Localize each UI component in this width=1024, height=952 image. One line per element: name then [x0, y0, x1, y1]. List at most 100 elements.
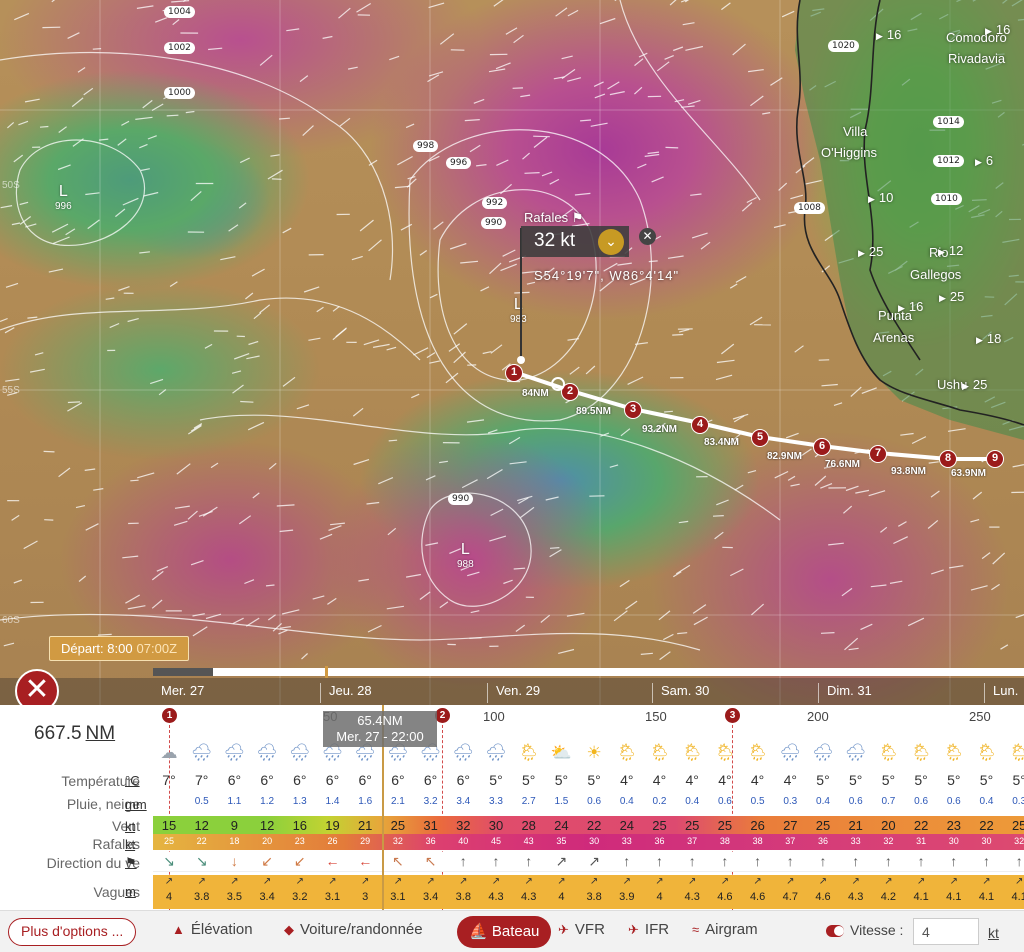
popup-coordinates: S54°19'7", W86°4'14": [534, 268, 680, 283]
row-unit-rain[interactable]: mm: [125, 797, 147, 812]
sun-rain-icon: 🌦: [746, 743, 769, 762]
wind-direction-arrow: ←: [358, 853, 373, 869]
gust-cell: 18: [229, 836, 240, 846]
row-unit-gust[interactable]: kt: [125, 837, 135, 852]
wave-direction-arrow: ↗: [622, 876, 631, 887]
timeline-day[interactable]: Sam. 30: [652, 683, 709, 703]
sun-icon: ☀: [586, 743, 602, 762]
mode-vfr-button[interactable]: ✈ VFR: [558, 921, 605, 938]
chevron-down-icon[interactable]: ⌄: [598, 229, 624, 255]
popup-gust-title: Rafales ⚑: [524, 210, 583, 226]
rain-cell: 1.4: [325, 796, 340, 807]
wave-direction-arrow: ↗: [164, 876, 174, 887]
departure-badge[interactable]: Départ: 8:00 07:00Z: [49, 636, 190, 661]
route-waypoint[interactable]: 8: [939, 450, 957, 468]
rain-cell: 1.1: [227, 796, 242, 807]
isobar-label: 990: [448, 493, 474, 505]
low-pressure: 996: [55, 201, 72, 212]
mode-ifr-button[interactable]: ✈ IFR: [628, 921, 669, 938]
mode-car-button[interactable]: ◆ Voiture/randonnée: [284, 921, 423, 938]
speed-toggle[interactable]: [826, 925, 844, 937]
sun-cloud-icon: ⛅: [550, 743, 572, 762]
mode-airgram-button[interactable]: ≈ Airgram: [692, 921, 758, 938]
route-waypoint[interactable]: 6: [813, 438, 831, 456]
wave-direction-arrow: ↗: [557, 876, 566, 887]
rain-cell: 1.5: [554, 796, 569, 807]
plane-icon: ✈: [628, 922, 639, 937]
mode-elevation-button[interactable]: ▲ Élévation: [172, 921, 253, 938]
route-waypoint[interactable]: 3: [624, 401, 642, 419]
wave-direction-arrow: ↗: [655, 876, 664, 887]
route-waypoint[interactable]: 9: [986, 450, 1004, 468]
timeline-day[interactable]: Mer. 27: [153, 683, 204, 703]
wind-cell: 24: [554, 818, 569, 833]
close-route-button[interactable]: ✕: [15, 669, 59, 705]
wind-direction-arrow: ↓: [230, 853, 238, 869]
rain-cell: 0.5: [194, 796, 209, 807]
low-pressure-marker: L 983: [510, 296, 527, 325]
sun-rain-icon: 🌦: [910, 743, 932, 762]
wind-speed-badge: 16: [898, 299, 923, 314]
route-waypoint-marker: 3: [725, 708, 740, 723]
wave-cell: 3.4: [259, 891, 275, 903]
gust-cell: 23: [294, 836, 305, 846]
total-distance-unit[interactable]: NM: [86, 723, 116, 744]
wave-cell: 3.8: [586, 891, 602, 903]
wind-map[interactable]: 1004 1002 1000 998 996 992 990 990 1020 …: [0, 0, 1024, 705]
wind-direction-arrow: ↑: [688, 853, 696, 869]
timeline-handle[interactable]: [325, 666, 328, 678]
wind-speed-badge: 10: [868, 190, 893, 205]
map-overlay: [0, 0, 1024, 705]
route-waypoint[interactable]: 4: [691, 416, 709, 434]
isobar-label: 1010: [931, 193, 962, 205]
low-pressure: 983: [510, 314, 527, 325]
low-letter: L: [513, 296, 523, 313]
mountain-icon: ▲: [172, 922, 185, 937]
route-waypoint[interactable]: 5: [751, 429, 769, 447]
map-cursor[interactable]: [551, 377, 565, 391]
timeline-day[interactable]: Ven. 29: [487, 683, 540, 703]
timeline-day[interactable]: Jeu. 28: [320, 683, 372, 703]
mode-label: Élévation: [190, 921, 253, 938]
wind-cell: 12: [194, 818, 209, 833]
row-unit-temperature[interactable]: °C: [125, 773, 140, 788]
timeline-day[interactable]: Dim. 31: [818, 683, 872, 703]
wave-cell: 3.4: [422, 891, 439, 903]
flag-icon[interactable]: ⚑: [125, 855, 137, 871]
mode-boat-button[interactable]: ⛵ Bateau: [457, 916, 552, 948]
wave-cell: 4.1: [913, 891, 929, 903]
wave-cell: 4.1: [946, 891, 962, 903]
rain-cell: 0.6: [587, 796, 602, 807]
timeline-track[interactable]: [153, 668, 1024, 676]
isobar-label: 1000: [164, 87, 195, 99]
route-waypoint[interactable]: 1: [505, 364, 523, 382]
wind-direction-arrow: ↑: [754, 853, 762, 869]
isobar-label: 1004: [164, 6, 195, 18]
wind-direction-arrow: ↖: [392, 853, 404, 869]
row-unit-waves[interactable]: m: [125, 884, 136, 899]
row-unit-wind[interactable]: kt: [125, 819, 135, 834]
more-options-button[interactable]: Plus d'options ...: [8, 918, 137, 946]
close-icon[interactable]: ✕: [639, 228, 656, 245]
gust-cell: 20: [262, 836, 273, 846]
isobar-label: 1008: [794, 202, 825, 214]
departure-label: Départ: 8:00: [61, 641, 133, 656]
wind-cell: 22: [586, 818, 602, 833]
rain-icon: 🌧: [812, 743, 834, 762]
wind-cell: 25: [684, 818, 700, 833]
isobar-label: 1014: [933, 116, 964, 128]
speed-input[interactable]: [913, 918, 979, 945]
gust-cell: 33: [850, 836, 861, 846]
speed-unit[interactable]: kt: [988, 925, 999, 941]
temperature-cell: 6°: [260, 772, 274, 788]
rain-cell: 0.3: [1012, 796, 1024, 807]
wind-speed-badge: 6: [975, 153, 993, 168]
wind-cell: 24: [619, 818, 635, 833]
timeline-day[interactable]: Lun.: [984, 683, 1018, 703]
temperature-cell: 6°: [227, 772, 242, 788]
leg-distance: 76.6NM: [825, 459, 861, 470]
isobar-label: 990: [481, 217, 507, 229]
popup-value: 32 kt: [534, 230, 576, 251]
wave-cell: 3.5: [226, 891, 243, 903]
route-waypoint[interactable]: 7: [869, 445, 887, 463]
